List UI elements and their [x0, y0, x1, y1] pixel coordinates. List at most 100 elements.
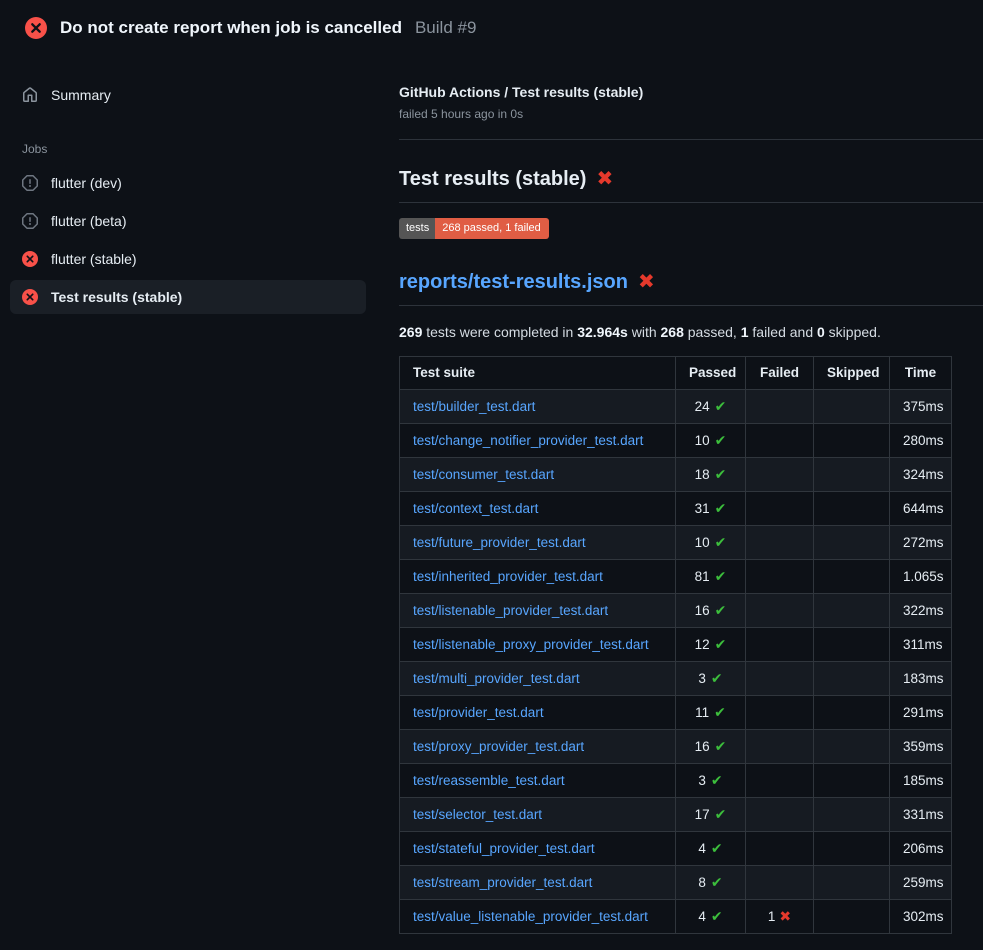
page-layout: Summary Jobs flutter (dev): [0, 54, 983, 934]
suite-link[interactable]: test/multi_provider_test.dart: [413, 671, 580, 686]
time-value: 644ms: [890, 492, 952, 526]
table-row: test/listenable_proxy_provider_test.dart…: [400, 628, 952, 662]
summary-segment: 0: [817, 324, 825, 340]
column-header-test-suite: Test suite: [400, 357, 676, 390]
cross-icon: ✖: [779, 908, 791, 924]
summary-segment: skipped.: [825, 324, 881, 340]
suite-link[interactable]: test/consumer_test.dart: [413, 467, 554, 482]
suite-link[interactable]: test/proxy_provider_test.dart: [413, 739, 584, 754]
time-value: 280ms: [890, 424, 952, 458]
suite-link[interactable]: test/change_notifier_provider_test.dart: [413, 433, 643, 448]
job-label: flutter (dev): [51, 175, 122, 191]
summary-segment: passed,: [684, 324, 741, 340]
summary-segment: 269: [399, 324, 422, 340]
time-value: 185ms: [890, 764, 952, 798]
table-row: test/change_notifier_provider_test.dart …: [400, 424, 952, 458]
suite-link[interactable]: test/listenable_provider_test.dart: [413, 603, 608, 618]
suite-link[interactable]: test/reassemble_test.dart: [413, 773, 565, 788]
jobs-section-label: Jobs: [10, 142, 366, 156]
check-icon: ✔: [711, 670, 723, 686]
sidebar: Summary Jobs flutter (dev): [0, 54, 380, 318]
sidebar-item-summary[interactable]: Summary: [10, 78, 366, 112]
table-row: test/stream_provider_test.dart 8✔ 259ms: [400, 866, 952, 900]
table-row: test/consumer_test.dart 18✔ 324ms: [400, 458, 952, 492]
summary-segment: 1: [741, 324, 749, 340]
table-header-row: Test suite Passed Failed Skipped Time: [400, 357, 952, 390]
suite-link[interactable]: test/value_listenable_provider_test.dart: [413, 909, 648, 924]
summary-segment: tests were completed in: [422, 324, 577, 340]
passed-cell: 10✔: [695, 433, 727, 448]
sidebar-item-job[interactable]: flutter (beta): [10, 204, 366, 238]
passed-count: 4: [698, 909, 706, 924]
breadcrumb: GitHub Actions / Test results (stable): [399, 84, 983, 100]
passed-count: 10: [695, 433, 710, 448]
suite-link[interactable]: test/stateful_provider_test.dart: [413, 841, 595, 856]
table-row: test/context_test.dart 31✔ 644ms: [400, 492, 952, 526]
check-title: Test results (stable)✖: [399, 166, 983, 203]
column-header-skipped: Skipped: [814, 357, 890, 390]
passed-cell: 24✔: [695, 399, 727, 414]
summary-segment: 32.964s: [577, 324, 628, 340]
column-header-passed: Passed: [676, 357, 746, 390]
passed-count: 11: [695, 705, 709, 720]
passed-cell: 16 ✔: [695, 739, 727, 754]
time-value: 324ms: [890, 458, 952, 492]
table-row: test/listenable_provider_test.dart 16✔ 3…: [400, 594, 952, 628]
passed-count: 18: [695, 467, 710, 482]
suite-link[interactable]: test/listenable_proxy_provider_test.dart: [413, 637, 649, 652]
cross-mark-icon: ✖: [596, 168, 613, 190]
time-value: 359ms: [890, 730, 952, 764]
check-icon: ✔: [715, 568, 727, 584]
stop-cancelled-icon: [22, 175, 38, 191]
x-circle-fill-icon: [25, 17, 47, 39]
sidebar-item-job[interactable]: flutter (dev): [10, 166, 366, 200]
time-value: 302ms: [890, 900, 952, 934]
table-row: test/value_listenable_provider_test.dart…: [400, 900, 952, 934]
main-content: GitHub Actions / Test results (stable) f…: [380, 54, 983, 934]
time-value: 259ms: [890, 866, 952, 900]
passed-count: 10: [695, 535, 710, 550]
time-value: 291ms: [890, 696, 952, 730]
app-header: Do not create report when job is cancell…: [0, 0, 983, 54]
time-value: 311ms: [890, 628, 952, 662]
suite-link[interactable]: test/inherited_provider_test.dart: [413, 569, 603, 584]
table-row: test/builder_test.dart 24✔ 375ms: [400, 390, 952, 424]
table-row: test/provider_test.dart 11 ✔ 291ms: [400, 696, 952, 730]
passed-cell: 31✔: [695, 501, 727, 516]
suite-link[interactable]: test/future_provider_test.dart: [413, 535, 586, 550]
check-icon: ✔: [714, 704, 726, 720]
passed-cell: 10✔: [695, 535, 727, 550]
suite-link[interactable]: test/context_test.dart: [413, 501, 538, 516]
stop-cancelled-icon: [22, 213, 38, 229]
passed-cell: 12 ✔: [695, 637, 727, 652]
passed-count: 3: [698, 773, 706, 788]
job-list: flutter (dev) flutter (beta): [10, 166, 366, 314]
job-label: flutter (beta): [51, 213, 126, 229]
passed-cell: 11 ✔: [695, 705, 726, 720]
job-label: Test results (stable): [51, 289, 182, 305]
check-icon: ✔: [715, 636, 727, 652]
time-value: 206ms: [890, 832, 952, 866]
sidebar-item-label: Summary: [51, 87, 111, 103]
failed-count: 1: [768, 909, 776, 924]
cross-mark-icon: ✖: [638, 271, 655, 293]
suite-link[interactable]: test/builder_test.dart: [413, 399, 535, 414]
check-icon: ✔: [715, 500, 727, 516]
sidebar-item-job[interactable]: Test results (stable): [10, 280, 366, 314]
report-title-link[interactable]: reports/test-results.json: [399, 271, 628, 293]
badge-label: tests: [399, 218, 435, 239]
passed-count: 16: [695, 603, 710, 618]
time-value: 331ms: [890, 798, 952, 832]
suite-link[interactable]: test/selector_test.dart: [413, 807, 542, 822]
sidebar-item-job[interactable]: flutter (stable): [10, 242, 366, 276]
check-icon: ✔: [715, 738, 727, 754]
passed-count: 16: [695, 739, 710, 754]
tests-badge: tests 268 passed, 1 failed: [399, 218, 549, 239]
suite-link[interactable]: test/stream_provider_test.dart: [413, 875, 592, 890]
passed-count: 12: [695, 637, 710, 652]
suite-link[interactable]: test/provider_test.dart: [413, 705, 544, 720]
check-icon: ✔: [715, 806, 727, 822]
passed-count: 24: [695, 399, 710, 414]
passed-count: 4: [698, 841, 706, 856]
x-circle-fill-icon: [22, 289, 38, 305]
